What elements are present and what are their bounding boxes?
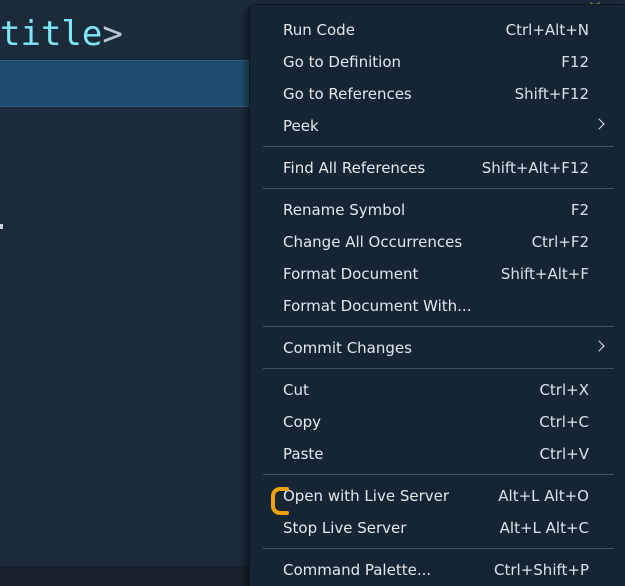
menu-item-label: Rename Symbol [283, 201, 406, 219]
menu-item-shortcut: Ctrl+V [539, 445, 589, 463]
menu-item-copy[interactable]: Copy Ctrl+C [250, 406, 625, 438]
menu-separator [263, 368, 614, 369]
menu-separator [263, 188, 614, 189]
menu-item-shortcut: Shift+Alt+F12 [481, 159, 589, 177]
menu-item-label: Format Document [283, 265, 419, 283]
menu-item-shortcut: Alt+L Alt+C [499, 519, 589, 537]
menu-item-shortcut: Ctrl+Alt+N [505, 21, 589, 39]
menu-separator [263, 146, 614, 147]
menu-separator [263, 548, 614, 549]
menu-item-label: Change All Occurrences [283, 233, 463, 251]
menu-item-find-all-references[interactable]: Find All References Shift+Alt+F12 [250, 152, 625, 184]
menu-item-change-all-occurrences[interactable]: Change All Occurrences Ctrl+F2 [250, 226, 625, 258]
menu-item-label: Open with Live Server [283, 487, 450, 505]
menu-item-stop-live-server[interactable]: Stop Live Server Alt+L Alt+C [250, 512, 625, 544]
menu-item-rename-symbol[interactable]: Rename Symbol F2 [250, 194, 625, 226]
menu-item-label: Paste [283, 445, 324, 463]
code-line: title> [0, 14, 250, 54]
chevron-right-icon [593, 340, 605, 352]
menu-item-label: Go to Definition [283, 53, 402, 71]
menu-item-label: Copy [283, 413, 322, 431]
tag-close-bracket: > [102, 14, 123, 54]
menu-item-label: Run Code [283, 21, 355, 39]
tag-name: title [0, 14, 103, 54]
menu-item-label: Stop Live Server [283, 519, 407, 537]
status-strip [0, 566, 260, 586]
menu-item-go-to-references[interactable]: Go to References Shift+F12 [250, 78, 625, 110]
menu-item-peek[interactable]: Peek [250, 110, 625, 142]
context-menu: Run Code Ctrl+Alt+N Go to Definition F12 Go … [249, 4, 625, 586]
menu-item-commit-changes[interactable]: Commit Changes [250, 332, 625, 364]
menu-item-label: Find All References [283, 159, 426, 177]
menu-item-cut[interactable]: Cut Ctrl+X [250, 374, 625, 406]
menu-item-go-to-definition[interactable]: Go to Definition F12 [250, 46, 625, 78]
menu-separator [263, 474, 614, 475]
menu-item-command-palette[interactable]: Command Palette... Ctrl+Shift+P [250, 554, 625, 586]
menu-item-label: Cut [283, 381, 309, 399]
menu-item-shortcut: F2 [570, 201, 589, 219]
menu-item-format-document[interactable]: Format Document Shift+Alt+F [250, 258, 625, 290]
menu-item-label: Format Document With... [283, 297, 472, 315]
menu-item-label: Command Palette... [283, 561, 432, 579]
menu-item-shortcut: F12 [561, 53, 589, 71]
menu-item-label: Peek [283, 117, 319, 135]
menu-item-shortcut: Ctrl+Shift+P [494, 561, 589, 579]
menu-item-shortcut: Ctrl+F2 [531, 233, 589, 251]
current-line-highlight [0, 60, 260, 107]
menu-item-format-document-with[interactable]: Format Document With... [250, 290, 625, 322]
menu-item-shortcut: Ctrl+X [539, 381, 589, 399]
menu-item-shortcut: Alt+L Alt+O [498, 487, 589, 505]
click-target-marker-icon [271, 487, 289, 515]
text-cursor-mark [0, 224, 3, 229]
menu-item-paste[interactable]: Paste Ctrl+V [250, 438, 625, 470]
menu-item-shortcut: Shift+F12 [514, 85, 589, 103]
menu-item-open-with-live-server[interactable]: Open with Live Server Alt+L Alt+O [250, 480, 625, 515]
menu-item-label: Commit Changes [283, 339, 412, 357]
menu-item-shortcut: Shift+Alt+F [500, 265, 589, 283]
menu-item-label: Go to References [283, 85, 412, 103]
menu-item-shortcut: Ctrl+C [539, 413, 589, 431]
chevron-right-icon [593, 118, 605, 130]
menu-item-run-code[interactable]: Run Code Ctrl+Alt+N [250, 14, 625, 46]
menu-separator [263, 326, 614, 327]
